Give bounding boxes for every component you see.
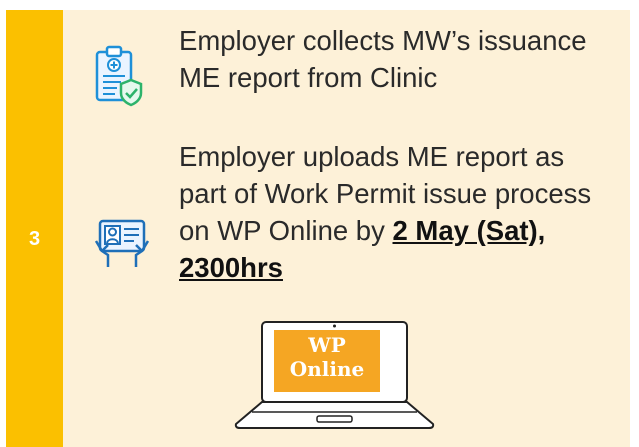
screen-line-online: Online <box>289 357 365 381</box>
id-card-hands-icon <box>94 219 150 267</box>
medical-report-shield-icon <box>95 45 143 107</box>
item2-text: Employer uploads ME report as part of Wo… <box>179 138 619 286</box>
step-number: 3 <box>28 228 41 250</box>
item1-text: Employer collects MW’s issuance ME repor… <box>179 25 587 93</box>
step-number-bar: 3 <box>6 10 63 447</box>
screen-line-wp: WP <box>308 333 346 357</box>
laptop-screen-label: WP Online <box>275 330 379 391</box>
